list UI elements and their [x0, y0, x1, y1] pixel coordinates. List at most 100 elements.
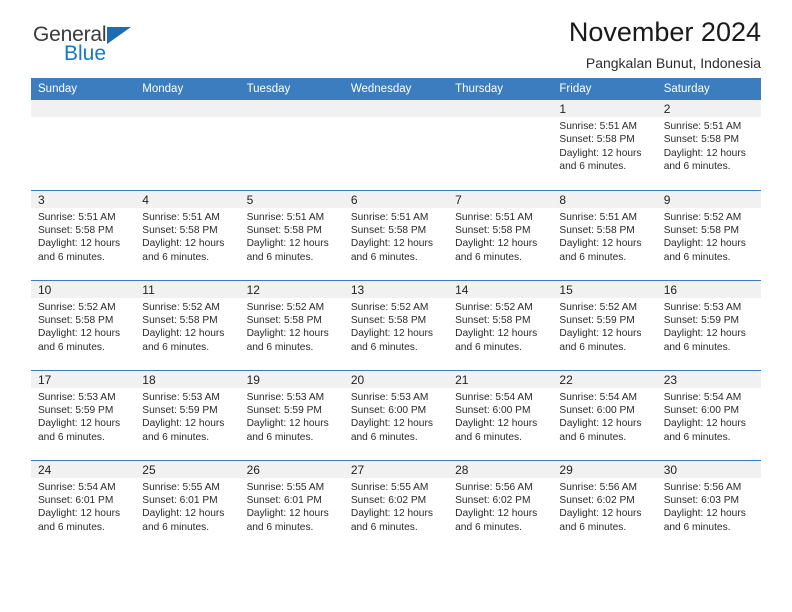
calendar-day-cell[interactable]: 25 Sunrise: 5:55 AM Sunset: 6:01 PM Dayligh… [135, 459, 240, 550]
calendar-day-cell[interactable]: 7 Sunrise: 5:51 AM Sunset: 5:58 PM Daylight… [448, 189, 553, 280]
daylight-text-line2: and 6 minutes. [142, 521, 210, 533]
page-header: General Blue November 2024 Pangkalan Bun… [31, 0, 761, 78]
day-cell-details: Sunrise: 5:51 AM Sunset: 5:58 PM Daylight:… [552, 208, 656, 265]
calendar-day-cell[interactable]: 4 Sunrise: 5:51 AM Sunset: 5:58 PM Daylight… [135, 189, 240, 280]
sunset-text: Sunset: 6:00 PM [350, 404, 427, 416]
day-cell-inner: 23 Sunrise: 5:54 AM Sunset: 6:00 PM Dayligh… [656, 370, 761, 460]
day-cell-inner: 17 Sunrise: 5:53 AM Sunset: 5:59 PM Dayligh… [31, 370, 136, 460]
calendar-day-cell[interactable]: 3 Sunrise: 5:51 AM Sunset: 5:58 PM Daylight… [31, 189, 136, 280]
calendar-day-cell[interactable]: 13 Sunrise: 5:52 AM Sunset: 5:58 PM Dayligh… [343, 279, 449, 370]
daylight-text-line1: Daylight: 12 hours [663, 238, 746, 250]
day-cell-details: Sunrise: 5:56 AM Sunset: 6:02 PM Daylight:… [448, 478, 552, 535]
sunset-text: Sunset: 5:58 PM [246, 224, 322, 236]
day-number: 11 [135, 280, 240, 298]
daylight-text-line1: Daylight: 12 hours [142, 328, 225, 340]
calendar-day-cell[interactable]: 21 Sunrise: 5:54 AM Sunset: 6:00 PM Dayligh… [448, 369, 553, 460]
daylight-text-line2: and 6 minutes. [455, 431, 522, 443]
calendar-day-cell[interactable]: 5 Sunrise: 5:51 AM Sunset: 5:58 PM Daylight… [239, 189, 344, 280]
calendar-day-cell[interactable]: 2 Sunrise: 5:51 AM Sunset: 5:58 PM Daylight… [656, 100, 761, 190]
day-cell-inner: 16 Sunrise: 5:53 AM Sunset: 5:59 PM Dayligh… [656, 280, 761, 370]
calendar-day-cell[interactable]: 28 Sunrise: 5:56 AM Sunset: 6:02 PM Dayligh… [448, 459, 553, 550]
day-number: 17 [31, 370, 136, 388]
sunset-text: Sunset: 6:02 PM [559, 494, 635, 506]
daylight-text-line1: Daylight: 12 hours [350, 418, 433, 430]
calendar-day-cell[interactable]: 22 Sunrise: 5:54 AM Sunset: 6:00 PM Dayligh… [552, 369, 657, 460]
sunset-text: Sunset: 5:58 PM [663, 134, 740, 146]
day-cell-inner: 22 Sunrise: 5:54 AM Sunset: 6:00 PM Dayligh… [552, 370, 657, 460]
daylight-text-line1: Daylight: 12 hours [142, 418, 225, 430]
day-cell-details: Sunrise: 5:53 AM Sunset: 5:59 PM Daylight:… [240, 388, 344, 445]
day-number: 8 [552, 190, 657, 208]
day-cell-details: Sunrise: 5:53 AM Sunset: 5:59 PM Daylight:… [31, 388, 135, 445]
sunrise-text: Sunrise: 5:54 AM [38, 481, 116, 493]
sunrise-text: Sunrise: 5:51 AM [663, 121, 742, 132]
daylight-text-line1: Daylight: 12 hours [455, 418, 538, 430]
calendar-day-cell[interactable]: 16 Sunrise: 5:53 AM Sunset: 5:59 PM Dayligh… [656, 279, 761, 370]
sunset-text: Sunset: 5:58 PM [455, 314, 531, 326]
calendar-day-cell[interactable]: 6 Sunrise: 5:51 AM Sunset: 5:58 PM Daylight… [343, 189, 449, 280]
sunrise-text: Sunrise: 5:52 AM [142, 301, 220, 313]
general-blue-logo[interactable]: General Blue [33, 24, 183, 72]
calendar-day-cell[interactable]: 17 Sunrise: 5:53 AM Sunset: 5:59 PM Dayligh… [31, 369, 136, 460]
sunset-text: Sunset: 5:58 PM [350, 224, 427, 236]
weekday-header-monday: Monday [135, 78, 240, 100]
calendar-header-row: Sunday Monday Tuesday Wednesday Thursday… [31, 78, 761, 100]
sunrise-text: Sunrise: 5:51 AM [246, 211, 325, 223]
calendar-day-cell[interactable]: 23 Sunrise: 5:54 AM Sunset: 6:00 PM Dayligh… [656, 369, 761, 460]
calendar-cell-empty [448, 100, 553, 190]
sunrise-text: Sunrise: 5:51 AM [142, 211, 220, 223]
sunrise-text: Sunrise: 5:54 AM [559, 391, 637, 403]
sunrise-text: Sunrise: 5:55 AM [142, 481, 220, 493]
calendar-day-cell[interactable]: 14 Sunrise: 5:52 AM Sunset: 5:58 PM Dayligh… [448, 279, 553, 370]
day-number [239, 100, 344, 117]
daylight-text-line2: and 6 minutes. [455, 251, 522, 263]
calendar-week-row: 10 Sunrise: 5:52 AM Sunset: 5:58 PM Dayligh… [31, 279, 761, 370]
calendar-day-cell[interactable]: 27 Sunrise: 5:55 AM Sunset: 6:02 PM Dayligh… [343, 459, 449, 550]
day-number: 12 [239, 280, 344, 298]
day-number [343, 100, 449, 117]
day-cell-inner: 19 Sunrise: 5:53 AM Sunset: 5:59 PM Dayligh… [239, 370, 344, 460]
sunset-text: Sunset: 5:58 PM [350, 314, 427, 326]
day-number: 6 [343, 190, 449, 208]
calendar-day-cell[interactable]: 29 Sunrise: 5:56 AM Sunset: 6:02 PM Dayligh… [552, 459, 657, 550]
daylight-text-line1: Daylight: 12 hours [455, 508, 538, 520]
day-number: 7 [448, 190, 553, 208]
day-cell-details: Sunrise: 5:52 AM Sunset: 5:58 PM Daylight:… [657, 208, 761, 265]
calendar-day-cell[interactable]: 26 Sunrise: 5:55 AM Sunset: 6:01 PM Dayligh… [239, 459, 344, 550]
calendar-day-cell[interactable]: 18 Sunrise: 5:53 AM Sunset: 5:59 PM Dayligh… [135, 369, 240, 460]
sunrise-text: Sunrise: 5:53 AM [246, 391, 325, 403]
daylight-text-line1: Daylight: 12 hours [246, 238, 329, 250]
daylight-text-line1: Daylight: 12 hours [559, 418, 642, 430]
day-cell-details: Sunrise: 5:52 AM Sunset: 5:58 PM Daylight:… [448, 298, 552, 355]
calendar-day-cell[interactable]: 11 Sunrise: 5:52 AM Sunset: 5:58 PM Dayligh… [135, 279, 240, 370]
calendar-day-cell[interactable]: 10 Sunrise: 5:52 AM Sunset: 5:58 PM Dayligh… [31, 279, 136, 370]
sunrise-text: Sunrise: 5:54 AM [455, 391, 533, 403]
daylight-text-line2: and 6 minutes. [559, 251, 627, 263]
daylight-text-line1: Daylight: 12 hours [559, 147, 642, 159]
calendar-day-cell[interactable]: 15 Sunrise: 5:52 AM Sunset: 5:59 PM Dayligh… [552, 279, 657, 370]
calendar-day-cell[interactable]: 12 Sunrise: 5:52 AM Sunset: 5:58 PM Dayligh… [239, 279, 344, 370]
day-cell-details: Sunrise: 5:52 AM Sunset: 5:58 PM Daylight:… [31, 298, 135, 355]
calendar-day-cell[interactable]: 19 Sunrise: 5:53 AM Sunset: 5:59 PM Dayligh… [239, 369, 344, 460]
calendar-week-row: 24 Sunrise: 5:54 AM Sunset: 6:01 PM Dayligh… [31, 459, 761, 550]
sunset-text: Sunset: 5:59 PM [663, 314, 740, 326]
calendar-day-cell[interactable]: 20 Sunrise: 5:53 AM Sunset: 6:00 PM Dayligh… [343, 369, 449, 460]
calendar-day-cell[interactable]: 1 Sunrise: 5:51 AM Sunset: 5:58 PM Daylight… [552, 100, 657, 190]
daylight-text-line1: Daylight: 12 hours [559, 238, 642, 250]
day-cell-inner: 18 Sunrise: 5:53 AM Sunset: 5:59 PM Dayligh… [135, 370, 240, 460]
calendar-day-cell[interactable]: 30 Sunrise: 5:56 AM Sunset: 6:03 PM Dayligh… [656, 459, 761, 550]
sunrise-text: Sunrise: 5:56 AM [559, 481, 637, 493]
sunrise-text: Sunrise: 5:51 AM [559, 121, 637, 132]
daylight-text-line1: Daylight: 12 hours [142, 238, 225, 250]
day-cell-details: Sunrise: 5:54 AM Sunset: 6:01 PM Daylight:… [31, 478, 135, 535]
sunset-text: Sunset: 6:03 PM [663, 494, 740, 506]
sunrise-text: Sunrise: 5:51 AM [350, 211, 429, 223]
calendar-day-cell[interactable]: 24 Sunrise: 5:54 AM Sunset: 6:01 PM Dayligh… [31, 459, 136, 550]
daylight-text-line1: Daylight: 12 hours [350, 508, 433, 520]
calendar-day-cell[interactable]: 9 Sunrise: 5:52 AM Sunset: 5:58 PM Daylight… [656, 189, 761, 280]
day-cell-details: Sunrise: 5:55 AM Sunset: 6:02 PM Daylight:… [344, 478, 448, 535]
calendar-day-cell[interactable]: 8 Sunrise: 5:51 AM Sunset: 5:58 PM Daylight… [552, 189, 657, 280]
day-cell-inner [31, 100, 136, 190]
day-cell-inner: 21 Sunrise: 5:54 AM Sunset: 6:00 PM Dayligh… [448, 370, 553, 460]
sunset-text: Sunset: 6:02 PM [455, 494, 531, 506]
